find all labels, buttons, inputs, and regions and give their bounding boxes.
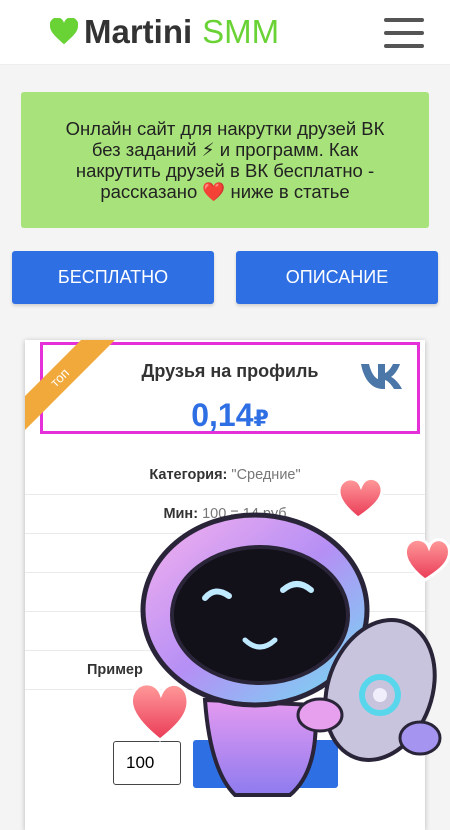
category-row: Категория: "Средние" <box>25 456 425 495</box>
hamburger-menu-icon[interactable] <box>384 18 424 48</box>
min-row: Мин: 100 = 14 руб <box>25 495 425 534</box>
example-label: Пример <box>87 662 143 678</box>
detail-row <box>25 534 425 573</box>
card-details: Категория: "Средние" Мин: 100 = 14 руб П… <box>25 456 425 690</box>
free-button[interactable]: БЕСПЛАТНО <box>12 251 214 304</box>
top-ribbon-label: топ <box>25 340 115 433</box>
category-label: Категория: <box>149 467 228 483</box>
category-value: "Средние" <box>231 467 301 483</box>
brand-name: Martini <box>84 13 193 50</box>
detail-row <box>25 612 425 651</box>
service-card: Друзья на профиль 0,14₽ топ Категория: "… <box>25 340 425 830</box>
promo-text: Онлайн сайт для накрутки друзей ВК без з… <box>65 118 385 202</box>
top-ribbon: топ <box>25 340 135 450</box>
min-label: Мин: <box>163 506 199 522</box>
detail-row <box>25 573 425 612</box>
min-value: 100 = 14 руб <box>202 506 287 522</box>
promo-banner: Онлайн сайт для накрутки друзей ВК без з… <box>21 92 429 228</box>
example-row: Пример <box>25 651 425 690</box>
logo[interactable]: Martini SMM <box>50 12 279 52</box>
quantity-input[interactable] <box>113 741 181 785</box>
currency-symbol: ₽ <box>253 406 269 431</box>
order-button[interactable] <box>193 740 338 788</box>
site-header: Martini SMM <box>0 0 450 65</box>
heart-logo-icon <box>50 18 78 45</box>
price-value: 0,14 <box>191 397 254 433</box>
vk-logo-icon <box>361 364 402 389</box>
description-button[interactable]: ОПИСАНИЕ <box>236 251 438 304</box>
brand-suffix: SMM <box>202 13 280 50</box>
